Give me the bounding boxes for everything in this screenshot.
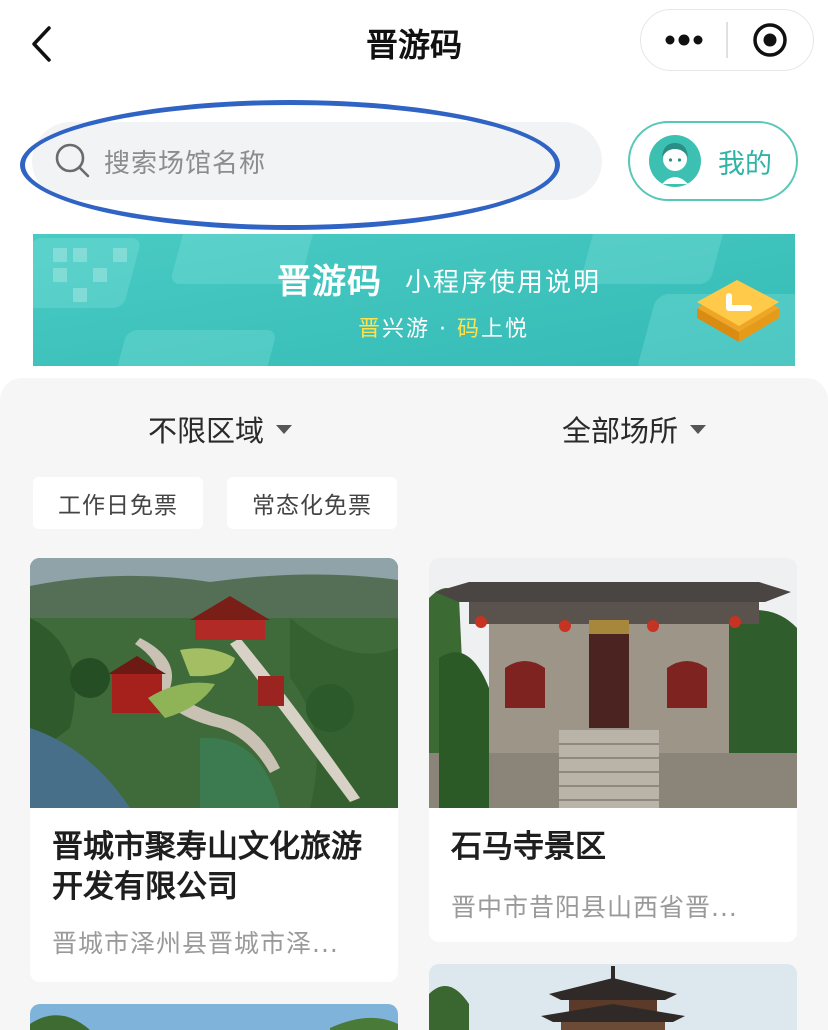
mine-label: 我的 bbox=[718, 148, 772, 180]
mini-program-capsule bbox=[640, 9, 814, 71]
close-button[interactable] bbox=[728, 10, 813, 70]
venue-image bbox=[30, 558, 398, 808]
nav-bar: 晋游码 bbox=[0, 0, 828, 88]
venue-card[interactable]: 石马寺景区 晋中市昔阳县山西省晋... bbox=[429, 558, 797, 942]
venue-card[interactable] bbox=[30, 1004, 398, 1030]
banner-tagline: 晋兴游 · 码上悦 bbox=[358, 311, 529, 343]
chip-weekday-free[interactable]: 工作日免票 bbox=[33, 477, 203, 529]
banner-tag-ma: 码 bbox=[457, 317, 482, 342]
caret-down-icon bbox=[276, 424, 293, 434]
venue-filter[interactable]: 全部场所 bbox=[562, 408, 707, 450]
target-close-icon bbox=[753, 23, 788, 57]
venue-address: 晋中市昔阳县山西省晋... bbox=[451, 893, 738, 922]
banner-tag-shangyue: 上悦 bbox=[481, 317, 530, 342]
region-filter-label: 不限区域 bbox=[148, 414, 265, 448]
search-placeholder: 搜索场馆名称 bbox=[104, 148, 267, 179]
caret-down-icon bbox=[690, 424, 707, 434]
venue-image bbox=[429, 558, 797, 808]
chip-regular-free[interactable]: 常态化免票 bbox=[227, 477, 397, 529]
banner-button-icon bbox=[697, 280, 779, 342]
more-dots-icon bbox=[665, 34, 703, 46]
aerial-temple-image bbox=[30, 558, 398, 808]
banner-subtitle: 小程序使用说明 bbox=[405, 268, 602, 298]
stone-temple-image bbox=[429, 558, 797, 808]
search-icon bbox=[55, 143, 90, 178]
venue-name-line-2: 开发有限公司 bbox=[52, 869, 238, 905]
venue-image bbox=[30, 1004, 398, 1030]
banner-background bbox=[33, 234, 795, 366]
usage-guide-banner[interactable]: 晋游码 小程序使用说明 晋兴游 · 码上悦 bbox=[33, 234, 795, 366]
banner-title: 晋游码 bbox=[277, 262, 382, 302]
search-input[interactable]: 搜索场馆名称 bbox=[32, 122, 602, 200]
venue-card[interactable]: 晋城市聚寿山文化旅游 开发有限公司 晋城市泽州县晋城市泽... bbox=[30, 558, 398, 982]
region-filter[interactable]: 不限区域 bbox=[148, 408, 293, 450]
venue-card[interactable] bbox=[429, 964, 797, 1030]
avatar-icon bbox=[649, 135, 701, 187]
venue-address: 晋城市泽州县晋城市泽... bbox=[52, 929, 339, 958]
mine-button[interactable]: 我的 bbox=[628, 121, 798, 201]
more-button[interactable] bbox=[641, 10, 726, 70]
venue-name: 石马寺景区 bbox=[451, 829, 606, 865]
venue-filter-label: 全部场所 bbox=[562, 414, 679, 448]
banner-tag-xingyou: 兴游 · bbox=[382, 317, 457, 342]
venue-name-line-1: 晋城市聚寿山文化旅游 bbox=[52, 829, 362, 865]
banner-tag-jin: 晋 bbox=[358, 317, 383, 342]
venue-image bbox=[429, 964, 797, 1030]
